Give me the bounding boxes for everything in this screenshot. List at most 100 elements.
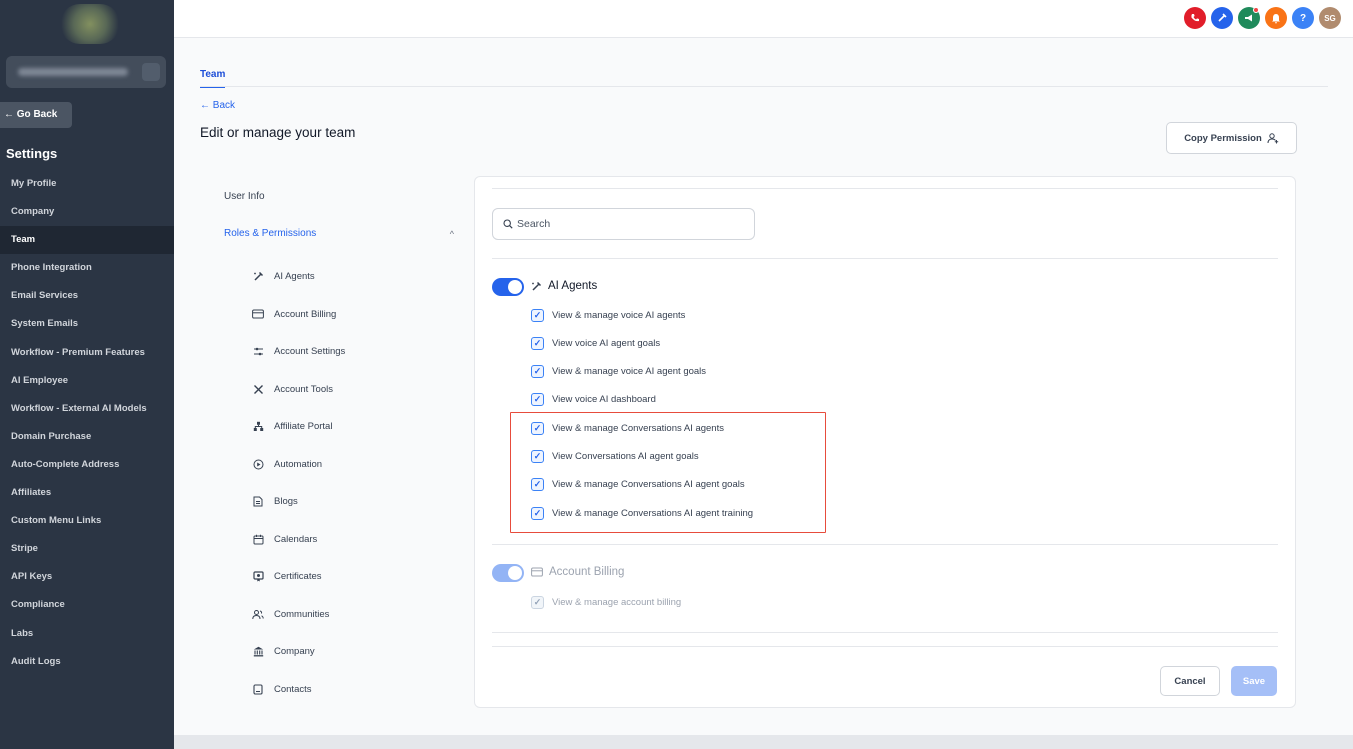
bell-icon[interactable]: [1265, 7, 1287, 29]
sidebar-item-workflow-external-ai[interactable]: Workflow - External AI Models: [0, 395, 174, 423]
divider: [492, 632, 1278, 633]
copy-permission-label: Copy Permission: [1184, 132, 1262, 144]
tab-divider: [200, 86, 1328, 87]
sidebar-item-custom-menu-links[interactable]: Custom Menu Links: [0, 507, 174, 535]
user-plus-icon: [1267, 133, 1278, 144]
permission-label: View voice AI dashboard: [552, 393, 656, 405]
ai-agent-icon: [532, 281, 542, 291]
permission-label: View & manage voice AI agent goals: [552, 365, 707, 377]
top-bar: ? SG: [174, 0, 1353, 38]
permission-checkbox[interactable]: ✓: [531, 392, 544, 406]
menu-item-label: AI Agents: [274, 271, 315, 283]
sidebar-item-auto-complete-address[interactable]: Auto-Complete Address: [0, 451, 174, 479]
menu-item-account-tools[interactable]: Account Tools: [224, 371, 464, 409]
permission-row: ✓ View voice AI agent goals: [531, 336, 660, 350]
menu-item-label: Certificates: [274, 571, 322, 583]
highlight-box: [510, 412, 826, 533]
account-name-blurred: [18, 68, 128, 76]
sidebar-item-system-emails[interactable]: System Emails: [0, 310, 174, 338]
sidebar-item-affiliates[interactable]: Affiliates: [0, 479, 174, 507]
phone-icon[interactable]: [1184, 7, 1206, 29]
menu-item-automation[interactable]: Automation: [224, 446, 464, 484]
certificate-icon: [252, 571, 264, 583]
top-icons: ? SG: [1184, 7, 1341, 29]
menu-item-label: Company: [274, 646, 315, 658]
permission-row: ✓ View voice AI dashboard: [531, 392, 656, 406]
menu-item-communities[interactable]: Communities: [224, 596, 464, 634]
tools-icon: [252, 383, 264, 395]
permission-checkbox[interactable]: ✓: [531, 364, 544, 378]
permission-label: View & manage account billing: [552, 596, 682, 608]
menu-item-blogs[interactable]: Blogs: [224, 483, 464, 521]
sidebar-item-workflow-premium[interactable]: Workflow - Premium Features: [0, 339, 174, 367]
sidebar-item-my-profile[interactable]: My Profile: [0, 170, 174, 198]
menu-item-account-billing[interactable]: Account Billing: [224, 296, 464, 334]
divider: [492, 188, 1278, 189]
ai-agent-icon: [252, 271, 264, 283]
divider: [492, 258, 1278, 259]
account-switch-chevron-icon: [142, 63, 160, 81]
search-icon: [503, 219, 513, 229]
sidebar-item-compliance[interactable]: Compliance: [0, 591, 174, 619]
megaphone-icon[interactable]: [1238, 7, 1260, 29]
menu-item-company[interactable]: Company: [224, 633, 464, 671]
account-billing-toggle[interactable]: [492, 564, 524, 582]
permission-label: View voice AI agent goals: [552, 337, 661, 349]
menu-item-label: Account Tools: [274, 383, 333, 395]
permission-row: ✓ View & manage voice AI agent goals: [531, 364, 706, 378]
cancel-button[interactable]: Cancel: [1160, 666, 1220, 696]
ai-agents-group-label: AI Agents: [531, 280, 597, 292]
sidebar-item-team[interactable]: Team: [0, 226, 174, 255]
menu-item-affiliate-portal[interactable]: Affiliate Portal: [224, 408, 464, 446]
menu-item-label: Account Billing: [274, 308, 337, 320]
menu-item-label: Calendars: [274, 533, 318, 545]
help-icon[interactable]: ?: [1292, 7, 1314, 29]
avatar[interactable]: SG: [1319, 7, 1341, 29]
sidebar-item-domain-purchase[interactable]: Domain Purchase: [0, 423, 174, 451]
go-back-button[interactable]: ← Go Back: [0, 102, 72, 128]
back-link[interactable]: ← Back: [200, 100, 235, 111]
menu-roles-label: Roles & Permissions: [224, 228, 317, 239]
sidebar-item-audit-logs[interactable]: Audit Logs: [0, 648, 174, 676]
bank-icon: [252, 646, 264, 658]
account-switcher[interactable]: [6, 56, 166, 88]
menu-item-label: Blogs: [274, 496, 298, 508]
sidebar-item-email-services[interactable]: Email Services: [0, 282, 174, 310]
copy-permission-button[interactable]: Copy Permission: [1166, 122, 1297, 154]
menu-item-contacts[interactable]: Contacts: [224, 671, 464, 709]
divider: [492, 646, 1278, 647]
menu-user-info[interactable]: User Info: [224, 184, 464, 210]
permissions-menu: User Info Roles & Permissions ^ AI Agent…: [224, 184, 464, 708]
menu-item-certificates[interactable]: Certificates: [224, 558, 464, 596]
search-input[interactable]: [517, 218, 737, 230]
sidebar-item-api-keys[interactable]: API Keys: [0, 563, 174, 591]
save-button[interactable]: Save: [1231, 666, 1277, 696]
notification-dot: [1253, 7, 1259, 13]
bottom-bar: [174, 735, 1353, 749]
automation-icon: [252, 458, 264, 470]
sidebar-item-stripe[interactable]: Stripe: [0, 535, 174, 563]
settings-title: Settings: [6, 146, 58, 161]
menu-item-account-settings[interactable]: Account Settings: [224, 333, 464, 371]
sidebar-item-ai-employee[interactable]: AI Employee: [0, 367, 174, 395]
settings-sliders-icon: [252, 346, 264, 358]
sidebar-item-company[interactable]: Company: [0, 198, 174, 226]
ai-agents-toggle[interactable]: [492, 278, 524, 296]
sidebar-item-labs[interactable]: Labs: [0, 620, 174, 648]
menu-roles-permissions[interactable]: Roles & Permissions ^: [224, 221, 464, 247]
ai-agent-icon[interactable]: [1211, 7, 1233, 29]
sidebar-item-phone-integration[interactable]: Phone Integration: [0, 254, 174, 282]
settings-nav: My Profile Company Team Phone Integratio…: [0, 170, 174, 676]
sidebar: ← Go Back Settings My Profile Company Te…: [0, 0, 174, 749]
company-logo: [60, 4, 120, 44]
menu-item-label: Automation: [274, 458, 323, 470]
permission-checkbox[interactable]: ✓: [531, 308, 544, 322]
menu-item-calendars[interactable]: Calendars: [224, 521, 464, 559]
menu-item-label: Communities: [274, 608, 330, 620]
contacts-icon: [252, 683, 264, 695]
search-field[interactable]: [492, 208, 755, 240]
blog-icon: [252, 496, 264, 508]
roles-submenu: AI Agents Account Billing Account Settin…: [224, 258, 464, 708]
permission-checkbox[interactable]: ✓: [531, 336, 544, 350]
menu-item-ai-agents[interactable]: AI Agents: [224, 258, 464, 296]
